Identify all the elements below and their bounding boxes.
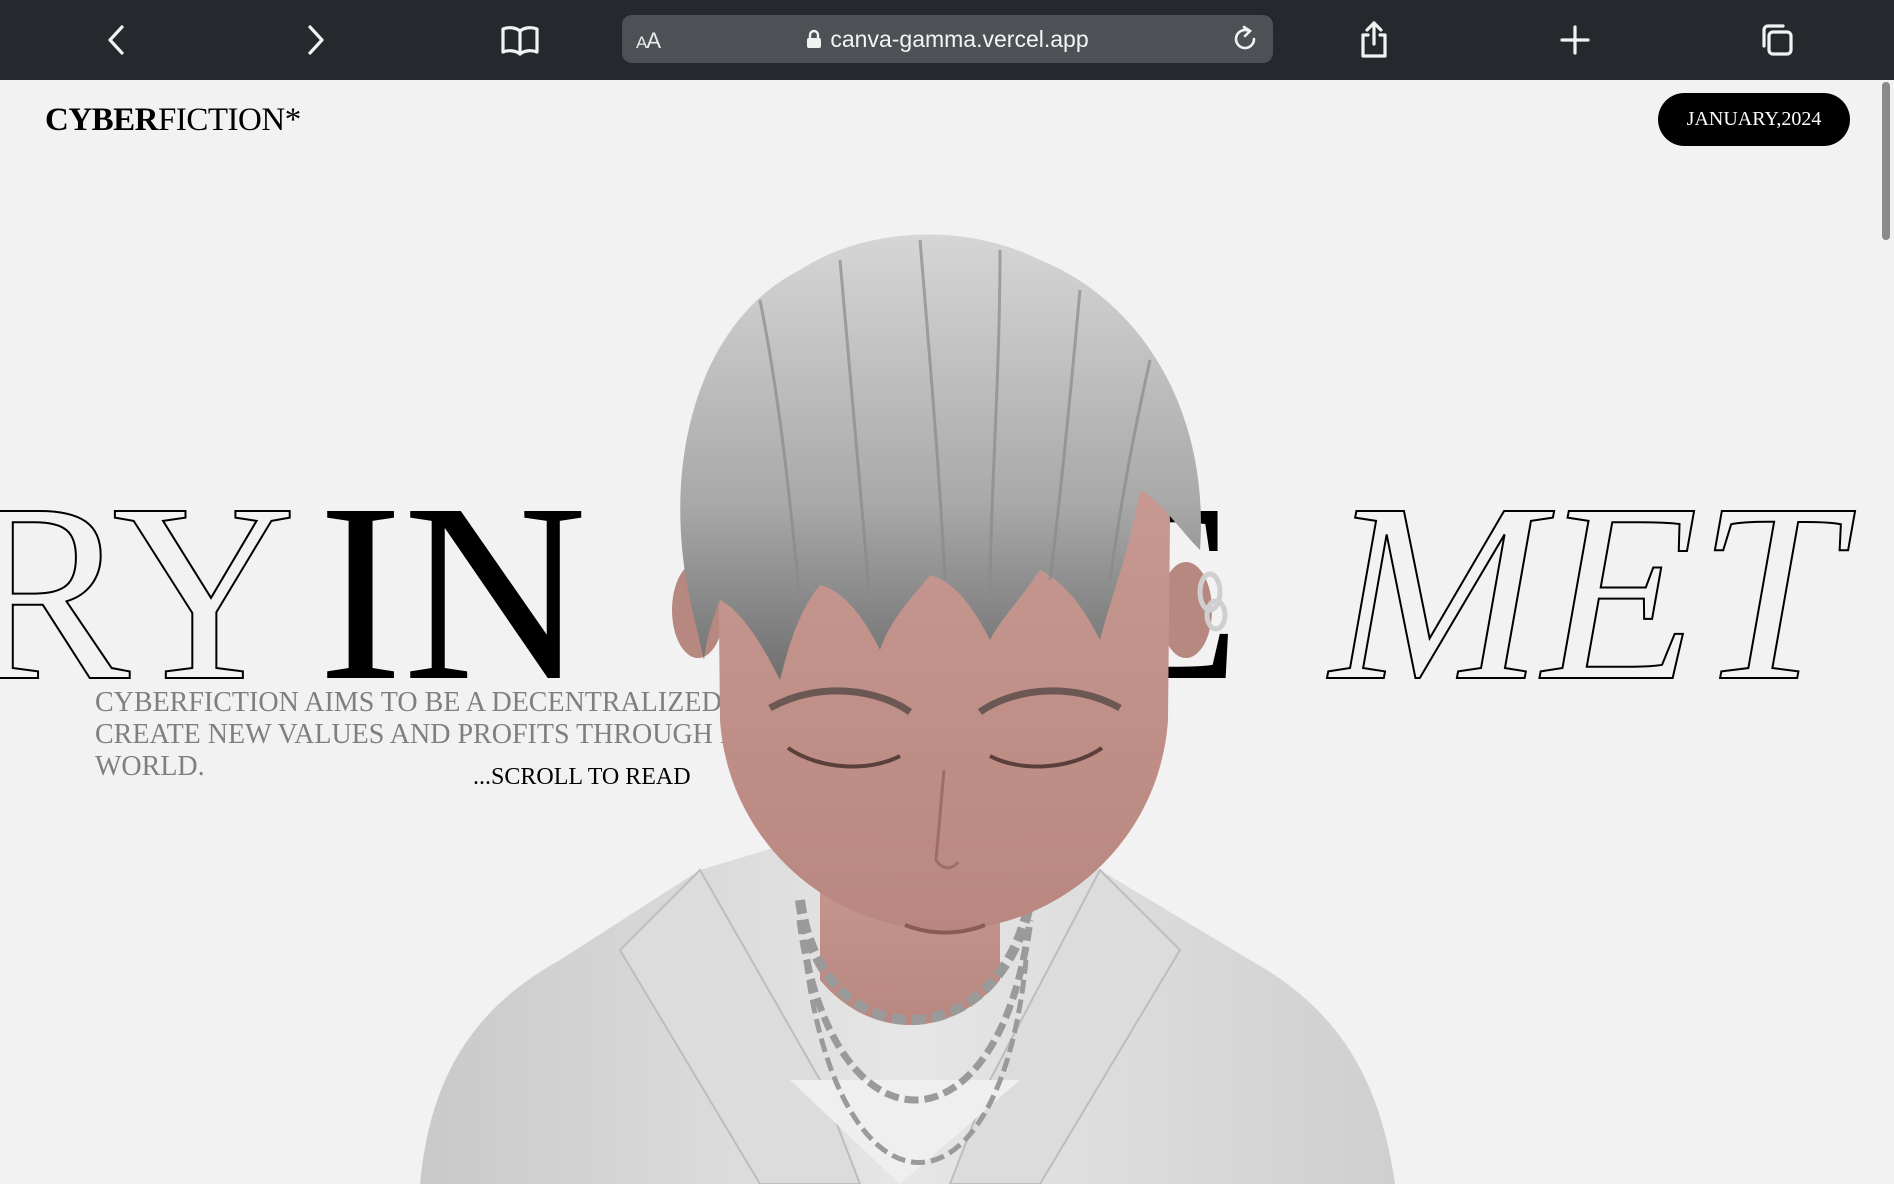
share-button[interactable] <box>1348 14 1400 66</box>
bookmarks-button[interactable] <box>494 14 546 66</box>
bookmarks-icon <box>501 26 539 56</box>
share-icon <box>1361 21 1387 58</box>
new-tab-button[interactable] <box>1549 14 1601 66</box>
back-button[interactable] <box>90 14 142 66</box>
page-scrollbar[interactable] <box>1882 82 1890 240</box>
forward-button[interactable] <box>290 14 342 66</box>
new-tab-icon <box>1560 25 1590 55</box>
web-page: RY IN THE MET CYBERFICTION AIMS TO BE A … <box>0 80 1894 1184</box>
lock-icon <box>807 29 822 48</box>
logo-regular-part: FICTION* <box>158 102 301 138</box>
site-logo[interactable]: CYBERFICTION* <box>45 102 301 139</box>
address-url: canva-gamma.vercel.app <box>622 26 1273 53</box>
tabs-overview-button[interactable] <box>1751 14 1803 66</box>
address-bar[interactable]: AA canva-gamma.vercel.app <box>622 15 1273 63</box>
back-icon <box>108 25 124 55</box>
reload-icon <box>1234 25 1256 50</box>
browser-toolbar: AA canva-gamma.vercel.app <box>0 0 1894 80</box>
url-text: canva-gamma.vercel.app <box>830 26 1089 52</box>
scroll-to-read-link[interactable]: ...SCROLL TO READ <box>473 764 691 791</box>
date-badge[interactable]: JANUARY,2024 <box>1658 93 1850 146</box>
tabs-icon <box>1762 24 1793 56</box>
forward-icon <box>308 25 324 55</box>
reload-button[interactable] <box>1225 19 1265 59</box>
hero-character-image <box>420 234 1395 1184</box>
logo-bold-part: CYBER <box>45 102 159 138</box>
